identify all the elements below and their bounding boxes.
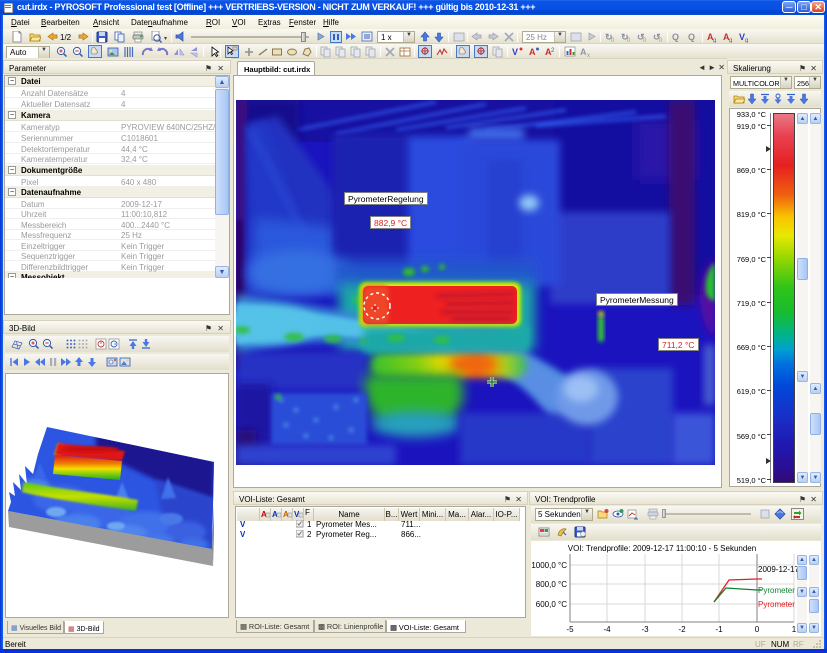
svg-text:g: g: [729, 38, 732, 43]
svg-text:0: 0: [755, 625, 760, 634]
svg-text:-1: -1: [715, 625, 723, 634]
svg-text:-3: -3: [641, 625, 649, 634]
svg-text:800,0 °C: 800,0 °C: [536, 580, 567, 589]
svg-text:1000,0 °C: 1000,0 °C: [531, 561, 567, 570]
svg-text:2: 2: [551, 48, 555, 54]
svg-text:Pyrometer F: Pyrometer F: [758, 600, 802, 609]
svg-text:0: 0: [611, 38, 615, 43]
svg-text:Q: Q: [672, 32, 679, 42]
svg-text:0: 0: [627, 38, 631, 43]
svg-text:2009-12-17: 2009-12-17: [758, 565, 799, 574]
svg-text:x: x: [587, 53, 590, 58]
svg-text:600,0 °C: 600,0 °C: [536, 600, 567, 609]
svg-text:0: 0: [643, 38, 647, 43]
svg-text:g: g: [713, 38, 716, 43]
svg-text:VOI: Trendprofile: 2009-12-17: VOI: Trendprofile: 2009-12-17 11:00:10 -…: [568, 544, 756, 553]
svg-text:A: A: [529, 47, 536, 57]
svg-text:-4: -4: [603, 625, 611, 634]
svg-text:-2: -2: [678, 625, 686, 634]
svg-text:0: 0: [659, 38, 663, 43]
svg-text:Q: Q: [688, 32, 695, 42]
svg-text:-5: -5: [566, 625, 574, 634]
svg-text:Pyrometer F: Pyrometer F: [758, 586, 802, 595]
svg-text:A: A: [580, 47, 587, 57]
svg-text:g: g: [745, 38, 748, 43]
svg-text:V: V: [512, 47, 518, 57]
